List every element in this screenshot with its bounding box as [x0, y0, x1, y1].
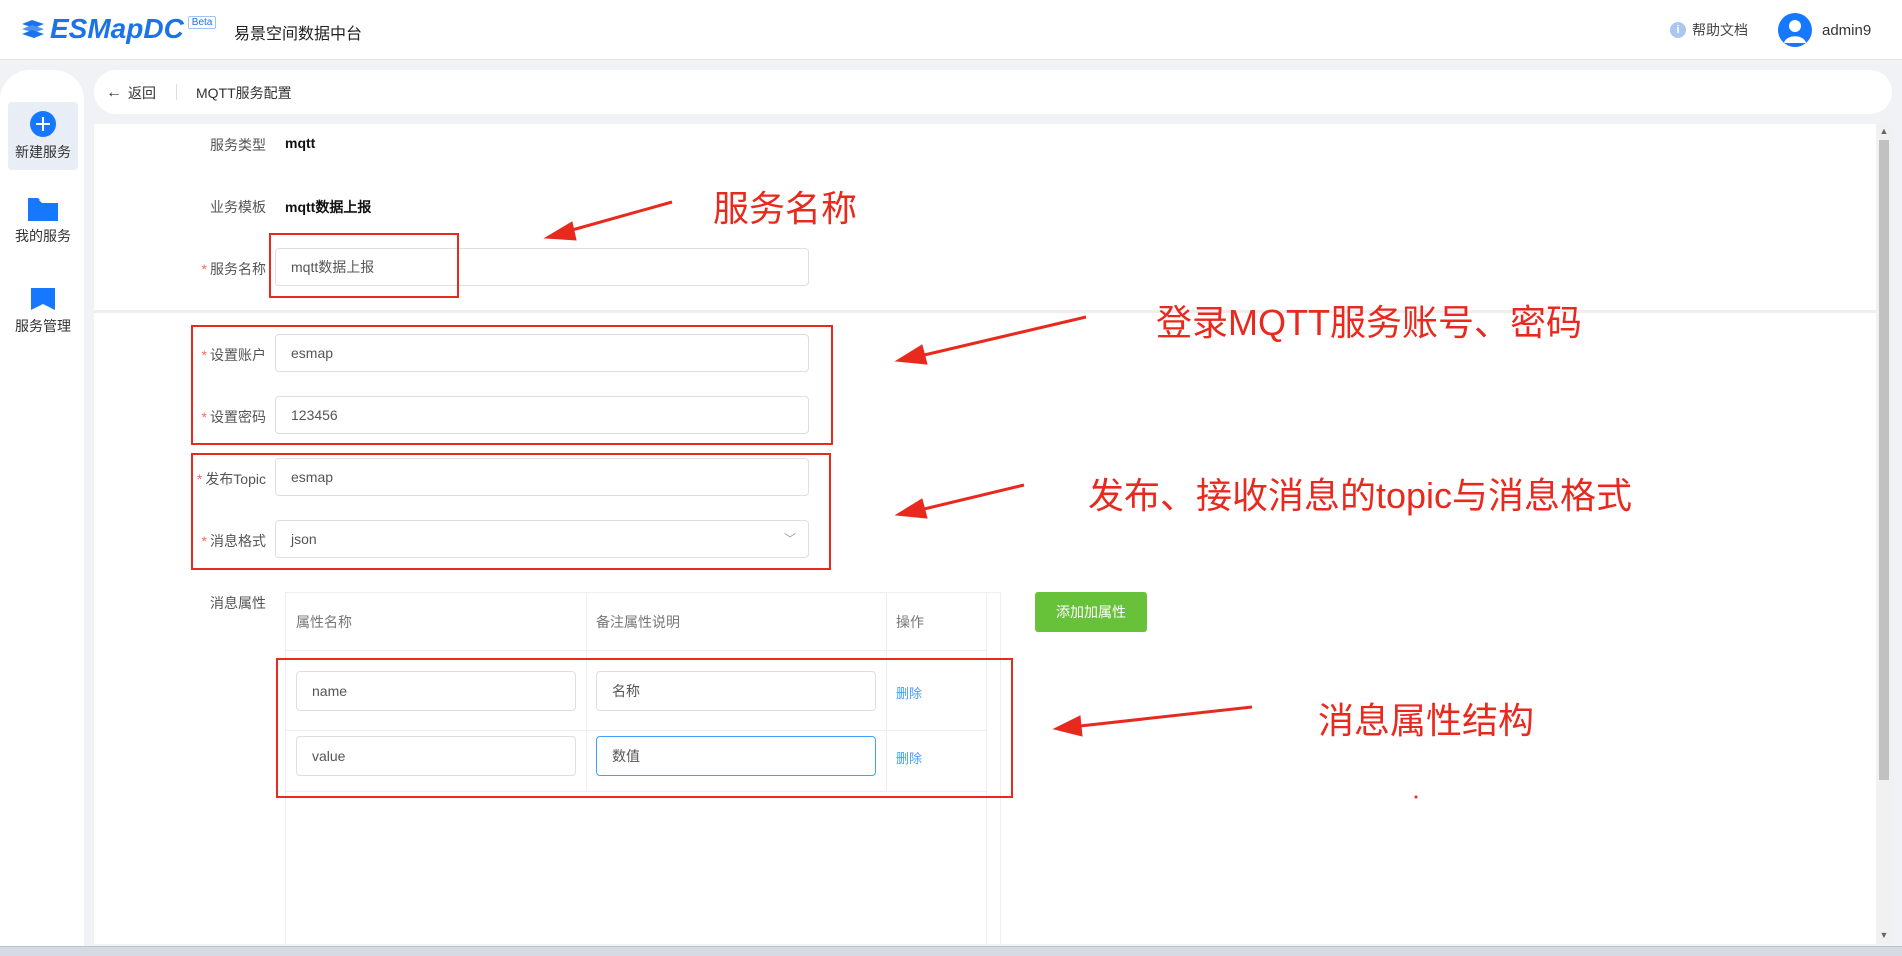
annotation-service-name: 服务名称 — [713, 188, 858, 229]
taskbar — [0, 946, 1902, 956]
annotation-props-structure: 消息属性结构 — [1318, 700, 1535, 741]
annotation-topic-format: 发布、接收消息的topic与消息格式 — [1088, 475, 1633, 516]
annotation-login: 登录MQTT服务账号、密码 — [1156, 302, 1582, 343]
